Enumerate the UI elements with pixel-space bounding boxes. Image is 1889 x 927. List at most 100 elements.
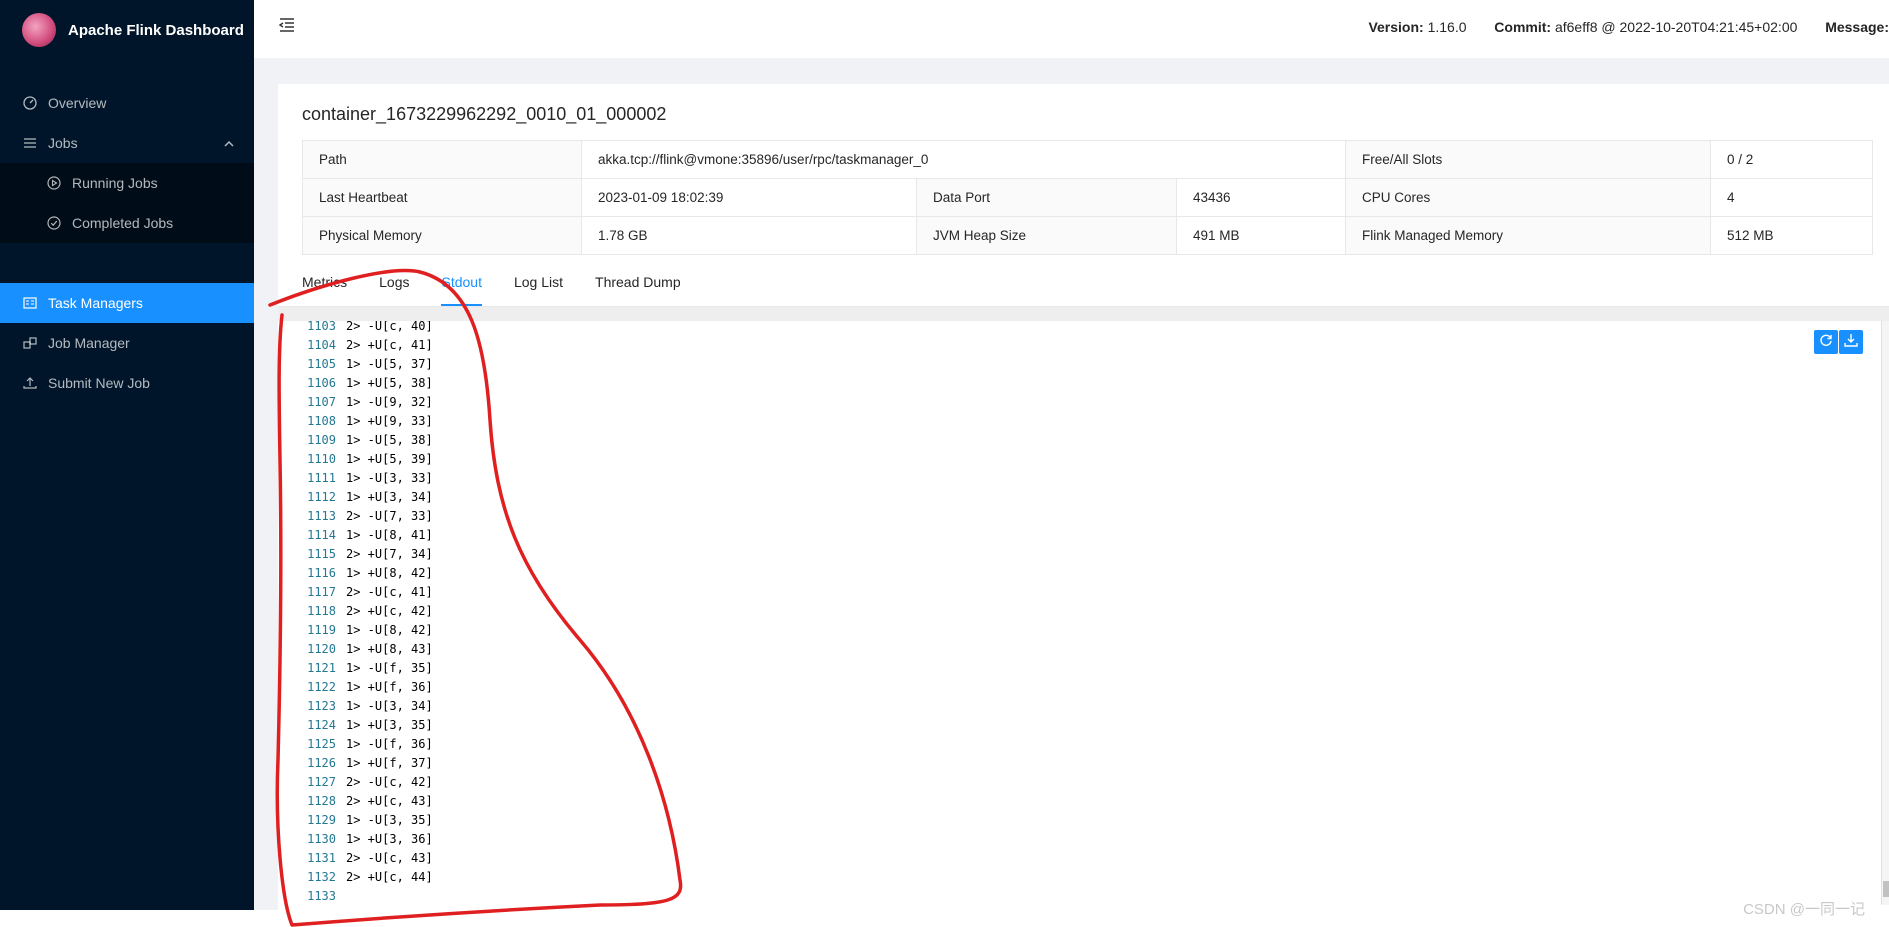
line-text: 1> -U[5, 38] (346, 433, 433, 447)
cpu-value: 4 (1710, 178, 1873, 217)
play-circle-icon (46, 175, 62, 191)
sidebar-item-submit-new-job[interactable]: Submit New Job (0, 363, 254, 403)
line-number: 1126 (307, 756, 336, 770)
line-number: 1111 (307, 471, 336, 485)
stdout-line: 1112 1> +U[3, 34] (284, 488, 433, 507)
sidebar-item-label: Submit New Job (48, 375, 150, 391)
line-number: 1127 (307, 775, 336, 789)
slots-value: 0 / 2 (1710, 140, 1873, 179)
stdout-line: 1110 1> +U[5, 39] (284, 450, 433, 469)
sidebar-item-task-managers[interactable]: Task Managers (0, 283, 254, 323)
line-text: 1> -U[3, 33] (346, 471, 433, 485)
flink-logo-icon (22, 13, 56, 47)
line-number: 1129 (307, 813, 336, 827)
sidebar: Apache Flink Dashboard Overview Jobs Run… (0, 0, 254, 910)
tab-stdout[interactable]: Stdout (441, 266, 483, 306)
stdout-line: 1132 2> +U[c, 44] (284, 868, 433, 887)
memory-value: 1.78 GB (581, 216, 917, 255)
line-text: 1> -U[f, 36] (346, 737, 433, 751)
heap-value: 491 MB (1176, 216, 1346, 255)
version-info: Version: 1.16.0 Commit: af6eff8 @ 2022-1… (1368, 19, 1889, 35)
stdout-line: 1117 2> -U[c, 41] (284, 583, 433, 602)
commit-value: af6eff8 @ 2022-10-20T04:21:45+02:00 (1554, 19, 1798, 35)
page-title: container_1673229962292_0010_01_000002 (302, 104, 667, 124)
sidebar-item-label: Overview (48, 95, 107, 111)
download-button[interactable] (1839, 330, 1863, 354)
heartbeat-label: Last Heartbeat (302, 178, 582, 217)
app-title: Apache Flink Dashboard (68, 21, 244, 39)
commit-label: Commit: (1494, 19, 1552, 35)
stdout-line: 1109 1> -U[5, 38] (284, 431, 433, 450)
line-number: 1117 (307, 585, 336, 599)
line-text: 2> -U[c, 43] (346, 851, 433, 865)
stdout-line: 1122 1> +U[f, 36] (284, 678, 433, 697)
stdout-line: 1116 1> +U[8, 42] (284, 564, 433, 583)
line-text: 2> +U[c, 44] (346, 870, 433, 884)
line-number: 1116 (307, 566, 336, 580)
line-text: 1> +U[3, 36] (346, 832, 433, 846)
line-number: 1106 (307, 376, 336, 390)
slots-label: Free/All Slots (1345, 140, 1711, 179)
heap-label: JVM Heap Size (916, 216, 1177, 255)
menu-fold-icon[interactable] (278, 16, 296, 39)
sidebar-item-jobs[interactable]: Jobs (0, 123, 254, 163)
line-number: 1123 (307, 699, 336, 713)
line-number: 1124 (307, 718, 336, 732)
managed-memory-label: Flink Managed Memory (1345, 216, 1711, 255)
line-number: 1108 (307, 414, 336, 428)
tab-metrics[interactable]: Metrics (302, 266, 347, 306)
tab-log-list[interactable]: Log List (514, 266, 563, 306)
stdout-line: 1129 1> -U[3, 35] (284, 811, 433, 830)
line-text: 1> +U[f, 36] (346, 680, 433, 694)
tab-thread-dump[interactable]: Thread Dump (595, 266, 681, 306)
line-text: 1> -U[8, 41] (346, 528, 433, 542)
sidebar-item-completed-jobs[interactable]: Completed Jobs (0, 203, 254, 243)
stdout-line: 1104 2> +U[c, 41] (284, 336, 433, 355)
sidebar-item-running-jobs[interactable]: Running Jobs (0, 163, 254, 203)
watermark: CSDN @一同一记 (1743, 901, 1865, 918)
line-number: 1109 (307, 433, 336, 447)
message-label: Message: (1825, 19, 1889, 35)
line-text: 2> -U[c, 40] (346, 321, 433, 333)
line-number: 1105 (307, 357, 336, 371)
line-text: 2> -U[c, 42] (346, 775, 433, 789)
stdout-viewer[interactable]: 1103 2> -U[c, 40] 1104 2> +U[c, 41] 1105 1> -… (284, 321, 1876, 905)
line-number: 1104 (307, 338, 336, 352)
sidebar-item-label: Completed Jobs (72, 215, 174, 231)
stdout-line: 1128 2> +U[c, 43] (284, 792, 433, 811)
tab-logs[interactable]: Logs (379, 266, 409, 306)
line-text: 1> +U[5, 39] (346, 452, 433, 466)
stdout-line: 1130 1> +U[3, 36] (284, 830, 433, 849)
stdout-line: 1113 2> -U[7, 33] (284, 507, 433, 526)
stdout-line: 1115 2> +U[7, 34] (284, 545, 433, 564)
stdout-line: 1119 1> -U[8, 42] (284, 621, 433, 640)
scrollbar-thumb[interactable] (1883, 881, 1889, 897)
line-text: 1> +U[8, 43] (346, 642, 433, 656)
stdout-line: 1103 2> -U[c, 40] (284, 321, 433, 336)
line-number: 1131 (307, 851, 336, 865)
line-number: 1133 (307, 889, 336, 903)
brand[interactable]: Apache Flink Dashboard (22, 10, 244, 50)
vertical-scrollbar[interactable] (1881, 321, 1889, 905)
stdout-line: 1106 1> +U[5, 38] (284, 374, 433, 393)
check-circle-icon (46, 215, 62, 231)
stdout-line: 1114 1> -U[8, 41] (284, 526, 433, 545)
reload-button[interactable] (1814, 330, 1838, 354)
line-number: 1125 (307, 737, 336, 751)
sidebar-item-label: Job Manager (48, 335, 130, 351)
line-number: 1110 (307, 452, 336, 466)
stdout-line: 1133 (284, 887, 433, 905)
chevron-up-icon (224, 136, 234, 152)
line-text: 1> +U[5, 38] (346, 376, 433, 390)
line-text: 1> +U[f, 37] (346, 756, 433, 770)
line-number: 1132 (307, 870, 336, 884)
line-number: 1128 (307, 794, 336, 808)
line-number: 1107 (307, 395, 336, 409)
line-number: 1130 (307, 832, 336, 846)
sidebar-item-overview[interactable]: Overview (0, 83, 254, 123)
stdout-line: 1124 1> +U[3, 35] (284, 716, 433, 735)
line-text: 1> -U[f, 35] (346, 661, 433, 675)
sidebar-item-job-manager[interactable]: Job Manager (0, 323, 254, 363)
cluster-icon (22, 335, 38, 351)
stdout-line: 1131 2> -U[c, 43] (284, 849, 433, 868)
